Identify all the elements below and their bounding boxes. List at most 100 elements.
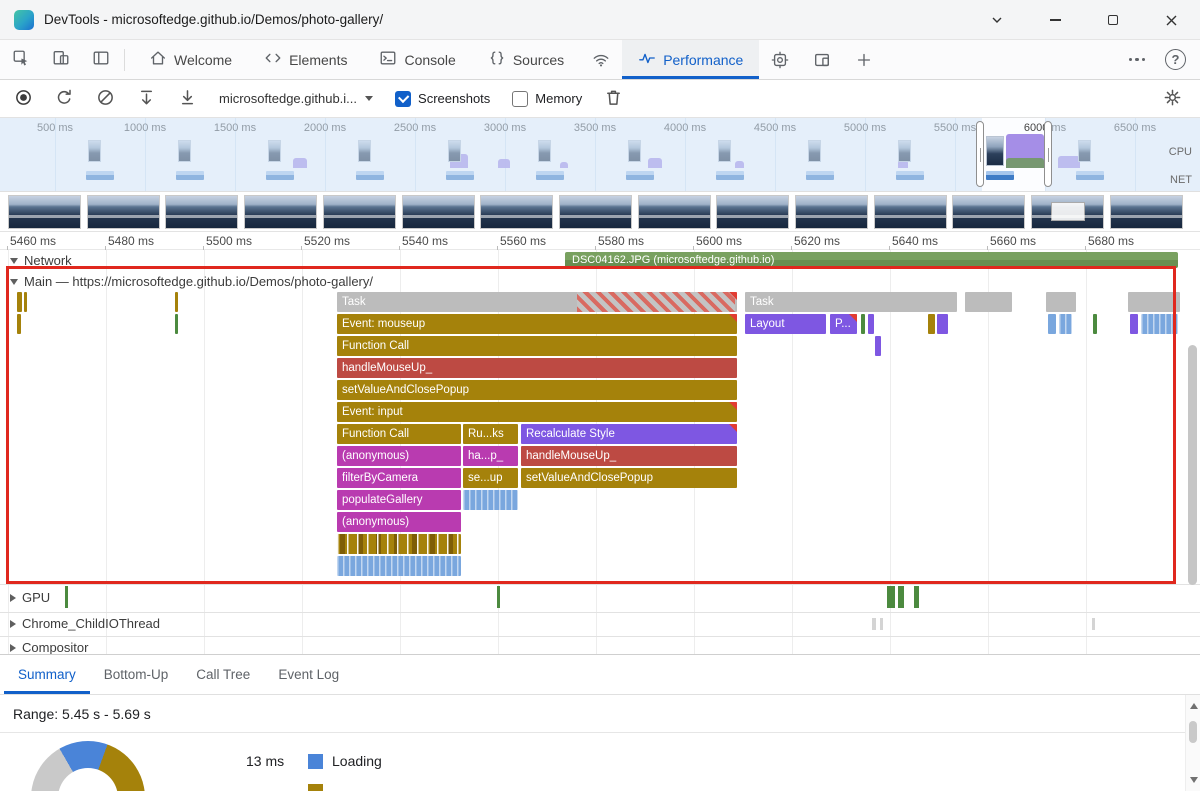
- gpu-activity-bar[interactable]: [914, 586, 919, 608]
- filmstrip-frame[interactable]: [795, 195, 868, 229]
- flame-bar[interactable]: [1048, 314, 1056, 334]
- clear-button[interactable]: [96, 88, 115, 110]
- memory-checkbox-row[interactable]: Memory: [512, 91, 582, 107]
- tab-welcome[interactable]: Welcome: [133, 40, 248, 79]
- filmstrip-frame[interactable]: [1031, 195, 1104, 229]
- save-profile-icon[interactable]: [178, 88, 197, 110]
- network-request-bar[interactable]: DSC04162.JPG (microsoftedge.github.io): [565, 252, 1178, 268]
- flame-bar[interactable]: Event: input: [337, 402, 737, 422]
- compositor-track-toggle[interactable]: Compositor: [10, 640, 88, 654]
- tab-call-tree[interactable]: Call Tree: [182, 655, 264, 694]
- flame-bar[interactable]: [337, 534, 461, 554]
- flame-bar[interactable]: Function Call: [337, 336, 737, 356]
- flame-bar[interactable]: setValueAndClosePopup: [337, 380, 737, 400]
- flame-bar[interactable]: [463, 490, 518, 510]
- flame-bar[interactable]: Ru...ks: [463, 424, 518, 444]
- flame-bar[interactable]: [875, 336, 881, 356]
- memory-checkbox[interactable]: [512, 91, 528, 107]
- flame-bar[interactable]: populateGallery: [337, 490, 461, 510]
- flame-bar[interactable]: [175, 314, 178, 334]
- tab-elements[interactable]: Elements: [248, 40, 363, 79]
- flame-bar[interactable]: [928, 314, 935, 334]
- flame-bar[interactable]: (anonymous): [337, 446, 461, 466]
- flame-bar[interactable]: [175, 292, 178, 312]
- flame-bar[interactable]: [1059, 314, 1072, 334]
- more-menu-icon[interactable]: [1119, 58, 1156, 62]
- filmstrip-frame[interactable]: [952, 195, 1025, 229]
- record-button[interactable]: [14, 88, 33, 110]
- tab-event-log[interactable]: Event Log: [264, 655, 353, 694]
- flame-bar[interactable]: [868, 314, 874, 334]
- reload-record-button[interactable]: [55, 88, 74, 110]
- flame-bar[interactable]: [1128, 292, 1180, 312]
- tab-console[interactable]: Console: [363, 40, 471, 79]
- filmstrip-frame[interactable]: [87, 195, 160, 229]
- tab-bottom-up[interactable]: Bottom-Up: [90, 655, 183, 694]
- flame-bar[interactable]: ha...p_: [463, 446, 518, 466]
- flame-bar[interactable]: [337, 556, 461, 576]
- tab-summary[interactable]: Summary: [4, 655, 90, 694]
- filmstrip-frame[interactable]: [480, 195, 553, 229]
- capture-settings-gear-icon[interactable]: [1163, 88, 1200, 110]
- minimize-button[interactable]: [1026, 0, 1084, 40]
- maximize-button[interactable]: [1084, 0, 1142, 40]
- filmstrip-frame[interactable]: [1110, 195, 1183, 229]
- flame-bar[interactable]: Task: [337, 292, 737, 312]
- filmstrip-frame[interactable]: [638, 195, 711, 229]
- gpu-activity-bar[interactable]: [898, 586, 904, 608]
- flame-bar[interactable]: Event: mouseup: [337, 314, 737, 334]
- load-profile-icon[interactable]: [137, 88, 156, 110]
- flame-bar[interactable]: [17, 314, 21, 334]
- flame-bar[interactable]: setValueAndClosePopup: [521, 468, 737, 488]
- flame-bar[interactable]: P...: [830, 314, 857, 334]
- selection-handle-right[interactable]: [1044, 121, 1052, 187]
- filmstrip-frame[interactable]: [244, 195, 317, 229]
- filmstrip-frame[interactable]: [716, 195, 789, 229]
- screenshots-checkbox-row[interactable]: Screenshots: [395, 91, 490, 107]
- filmstrip-frame[interactable]: [165, 195, 238, 229]
- network-track-toggle[interactable]: Network: [10, 253, 72, 268]
- gpu-activity-bar[interactable]: [65, 586, 68, 608]
- dock-panel-icon[interactable]: [92, 49, 110, 70]
- flame-bar[interactable]: se...up: [463, 468, 518, 488]
- flame-bar[interactable]: [1046, 292, 1076, 312]
- device-layout-icon[interactable]: [801, 40, 843, 79]
- chevron-down-icon[interactable]: [968, 0, 1026, 40]
- tab-sources[interactable]: Sources: [472, 40, 580, 79]
- device-emulation-icon[interactable]: [52, 49, 70, 70]
- flame-bar[interactable]: filterByCamera: [337, 468, 461, 488]
- filmstrip-frame[interactable]: [874, 195, 947, 229]
- flame-bar[interactable]: [861, 314, 865, 334]
- selection-handle-left[interactable]: [976, 121, 984, 187]
- flame-bar[interactable]: (anonymous): [337, 512, 461, 532]
- filmstrip-frame[interactable]: [8, 195, 81, 229]
- help-icon[interactable]: ?: [1165, 49, 1186, 70]
- gpu-track-toggle[interactable]: GPU: [10, 590, 50, 605]
- details-scrollbar[interactable]: [1185, 695, 1200, 791]
- flame-bar[interactable]: [1130, 314, 1138, 334]
- screenshots-checkbox[interactable]: [395, 91, 411, 107]
- tracks-scrollbar-thumb[interactable]: [1188, 345, 1197, 585]
- gpu-activity-bar[interactable]: [497, 586, 500, 608]
- flame-bar[interactable]: [1093, 314, 1097, 334]
- trash-icon[interactable]: [604, 88, 623, 110]
- network-conditions-icon[interactable]: [580, 40, 622, 79]
- inspect-icon[interactable]: [12, 49, 30, 70]
- gpu-activity-bar[interactable]: [887, 586, 895, 608]
- experiments-chip-icon[interactable]: [759, 40, 801, 79]
- flame-bar[interactable]: Task: [745, 292, 957, 312]
- timeline-overview[interactable]: CPU NET 500 ms1000 ms1500 ms2000 ms2500 …: [0, 118, 1200, 192]
- io-track-toggle[interactable]: Chrome_ChildIOThread: [10, 616, 160, 631]
- flame-bar[interactable]: [24, 292, 27, 312]
- details-scrollbar-thumb[interactable]: [1189, 721, 1197, 743]
- filmstrip-frame[interactable]: [402, 195, 475, 229]
- add-tab-icon[interactable]: [843, 40, 885, 79]
- close-button[interactable]: [1142, 0, 1200, 40]
- flame-bar[interactable]: [17, 292, 22, 312]
- flame-bar[interactable]: [965, 292, 1012, 312]
- main-track-toggle[interactable]: Main — https://microsoftedge.github.io/D…: [10, 274, 373, 289]
- flame-bar[interactable]: [1141, 314, 1178, 334]
- filmstrip-frame[interactable]: [559, 195, 632, 229]
- scroll-down-icon[interactable]: [1190, 777, 1198, 783]
- flame-bar[interactable]: Layout: [745, 314, 826, 334]
